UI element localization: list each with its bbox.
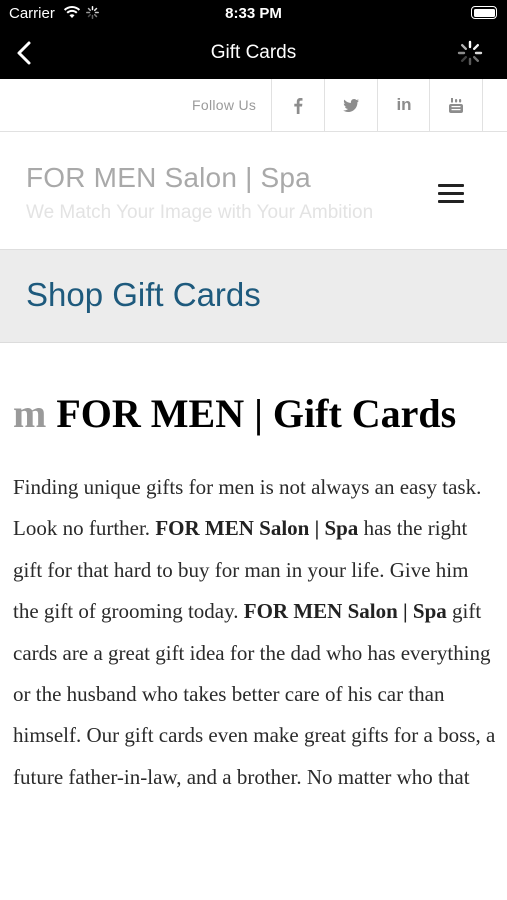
social-bar: Follow Us in bbox=[0, 79, 507, 132]
youtube-icon bbox=[449, 97, 463, 113]
nav-bar: Gift Cards bbox=[0, 28, 507, 79]
title-text: FOR MEN | Gift Cards bbox=[56, 391, 457, 436]
status-bar: Carrier 8:33 PM bbox=[0, 0, 507, 28]
paragraph-text: gift cards are a great gift idea for the… bbox=[13, 599, 496, 789]
nav-title: Gift Cards bbox=[210, 42, 297, 63]
brand-emphasis: FOR MEN Salon | Spa bbox=[243, 599, 447, 624]
battery-icon bbox=[471, 6, 497, 19]
brand-emphasis: FOR MEN Salon | Spa bbox=[155, 516, 359, 541]
article: m FOR MEN | Gift Cards Finding unique gi… bbox=[13, 380, 497, 798]
article-title: m FOR MEN | Gift Cards bbox=[13, 380, 497, 447]
clock: 8:33 PM bbox=[225, 5, 282, 22]
twitter-link[interactable] bbox=[324, 79, 377, 131]
youtube-link[interactable] bbox=[429, 79, 483, 131]
linkedin-link[interactable]: in bbox=[377, 79, 430, 131]
article-paragraph: Finding unique gifts for men is not alwa… bbox=[13, 467, 497, 798]
site-brand[interactable]: FOR MEN Salon | Spa bbox=[26, 162, 311, 194]
title-prefix: m bbox=[13, 391, 47, 436]
hamburger-menu-icon[interactable] bbox=[438, 184, 464, 203]
site-header: FOR MEN Salon | Spa We Match Your Image … bbox=[0, 132, 507, 250]
page-banner: Shop Gift Cards bbox=[0, 250, 507, 343]
site-tagline: We Match Your Image with Your Ambition bbox=[26, 202, 374, 223]
facebook-link[interactable] bbox=[271, 79, 324, 131]
linkedin-icon: in bbox=[396, 95, 412, 114]
twitter-icon bbox=[343, 98, 359, 112]
facebook-icon bbox=[294, 97, 303, 114]
follow-us-label: Follow Us bbox=[192, 97, 257, 113]
banner-title: Shop Gift Cards bbox=[26, 276, 261, 313]
loading-spinner-icon bbox=[457, 40, 483, 66]
